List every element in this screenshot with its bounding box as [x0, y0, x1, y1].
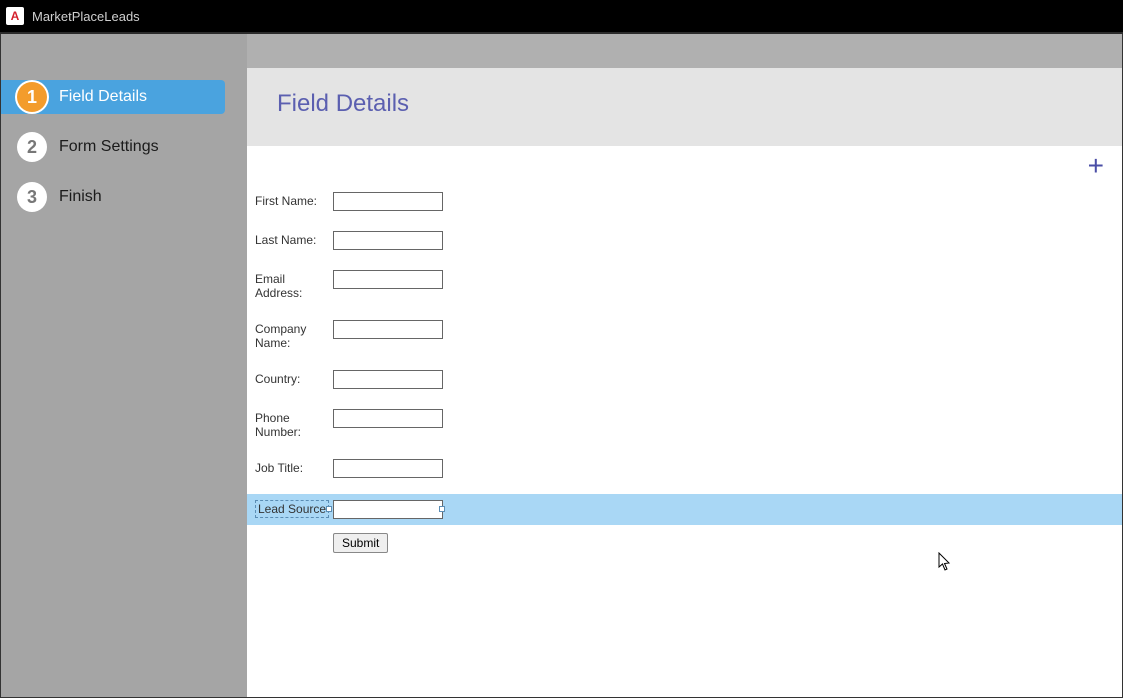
step-label: Field Details — [59, 88, 147, 106]
field-first-name[interactable]: First Name: — [247, 188, 1122, 215]
field-label: Lead Source — [255, 500, 329, 518]
field-label: Phone Number: — [255, 409, 333, 439]
step-field-details[interactable]: 1 Field Details — [1, 80, 225, 114]
field-email-address[interactable]: Email Address: — [247, 266, 1122, 304]
step-label: Form Settings — [59, 138, 159, 156]
field-country[interactable]: Country: — [247, 366, 1122, 393]
field-label: Job Title: — [255, 459, 333, 475]
company-name-input[interactable] — [333, 320, 443, 339]
submit-button[interactable]: Submit — [333, 533, 388, 553]
lead-source-input[interactable] — [333, 500, 443, 519]
app-body: 1 Field Details 2 Form Settings 3 Finish… — [0, 34, 1123, 698]
email-address-input[interactable] — [333, 270, 443, 289]
field-label: Email Address: — [255, 270, 333, 300]
resize-handle-right[interactable] — [439, 506, 445, 512]
resize-handle-left[interactable] — [326, 506, 332, 512]
plus-icon: + — [1088, 150, 1104, 181]
main-panel: Field Details + First Name: Last Name: E… — [247, 34, 1122, 697]
phone-number-input[interactable] — [333, 409, 443, 428]
step-number-badge: 1 — [17, 82, 47, 112]
job-title-input[interactable] — [333, 459, 443, 478]
first-name-input[interactable] — [333, 192, 443, 211]
field-last-name[interactable]: Last Name: — [247, 227, 1122, 254]
step-number-badge: 3 — [17, 182, 47, 212]
step-number-badge: 2 — [17, 132, 47, 162]
field-label: First Name: — [255, 192, 333, 208]
app-title: MarketPlaceLeads — [32, 9, 140, 24]
country-input[interactable] — [333, 370, 443, 389]
form-area: First Name: Last Name: Email Address: Co… — [247, 180, 1122, 553]
titlebar: A MarketPlaceLeads — [0, 0, 1123, 34]
field-phone-number[interactable]: Phone Number: — [247, 405, 1122, 443]
page-header: Field Details — [247, 68, 1122, 146]
submit-row: Submit — [247, 525, 1122, 553]
field-lead-source[interactable]: Lead Source — [247, 494, 1122, 525]
field-company-name[interactable]: Company Name: — [247, 316, 1122, 354]
sidebar: 1 Field Details 2 Form Settings 3 Finish — [1, 34, 247, 697]
app-icon: A — [6, 7, 24, 25]
step-label: Finish — [59, 188, 102, 206]
page-title: Field Details — [277, 90, 1092, 118]
field-label: Company Name: — [255, 320, 333, 350]
top-spacer — [247, 34, 1122, 68]
field-label: Last Name: — [255, 231, 333, 247]
last-name-input[interactable] — [333, 231, 443, 250]
step-finish[interactable]: 3 Finish — [1, 180, 247, 214]
step-form-settings[interactable]: 2 Form Settings — [1, 130, 247, 164]
add-field-button[interactable]: + — [1088, 152, 1104, 180]
toolbar: + — [247, 146, 1122, 180]
field-job-title[interactable]: Job Title: — [247, 455, 1122, 482]
field-label: Country: — [255, 370, 333, 386]
